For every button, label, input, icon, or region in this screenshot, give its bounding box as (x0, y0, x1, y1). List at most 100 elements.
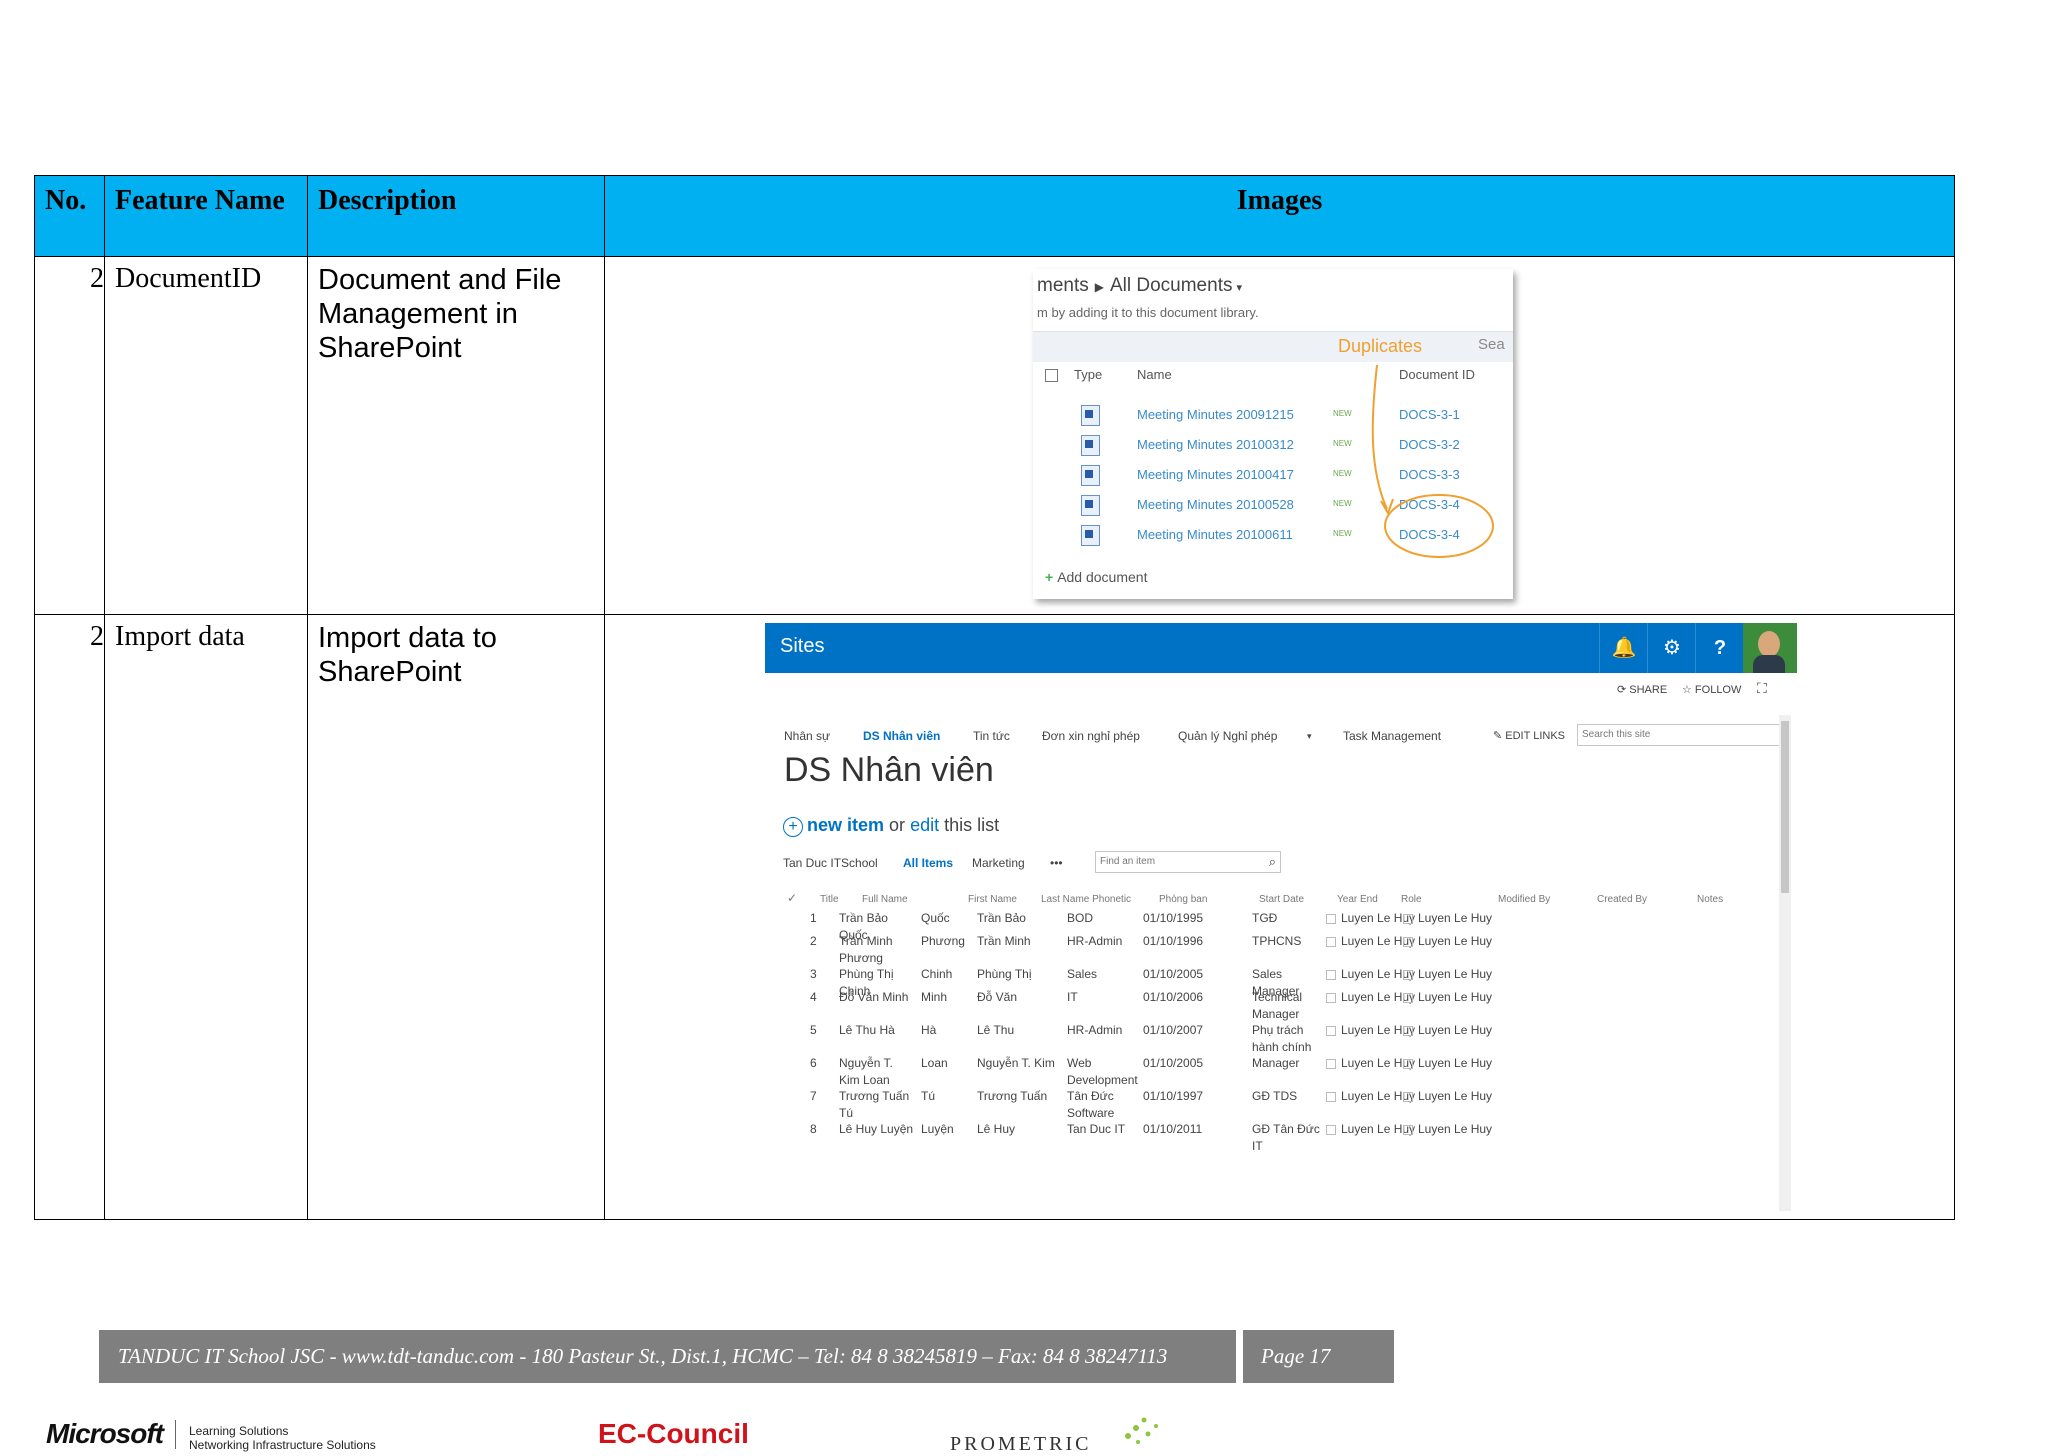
column-header: Last Name Phonetic (1041, 894, 1132, 905)
list-cell: Lê Huy (977, 1122, 1016, 1136)
column-header: Created By (1597, 894, 1648, 905)
duplicate-annotation-overlay (1371, 364, 1494, 558)
list-cell: Nguyễn T. Kim (977, 1056, 1055, 1070)
list-cell: Luyen Le Huy (1403, 966, 1492, 983)
nav-item-selected: DS Nhân viên (863, 729, 941, 743)
list-cell: Luyen Le Huy (1326, 1121, 1415, 1138)
duplicate-arrow (1371, 364, 1388, 510)
list-cell: 01/10/2005 (1143, 1056, 1204, 1070)
list-cell: Trương Tuấn (977, 1089, 1048, 1103)
find-item-input: Find an item ⌕ (1095, 851, 1281, 873)
list-cell: 2 (810, 934, 817, 948)
list-cell: Luyen Le Huy (1403, 989, 1492, 1006)
feature-table: No. Feature Name Description Images 2 Do… (34, 175, 1955, 1220)
chevron-down-icon: ▾ (1307, 731, 1312, 741)
footer-address: TANDUC IT School JSC - www.tdt-tanduc.co… (99, 1330, 1236, 1383)
feature-image-cell: Sites 🔔 ⚙ ? ⟳ SHARE ☆ FOLLOW ⛶ Nhân sự D… (604, 614, 1955, 1220)
list-cell: Phụ trách hành chính (1252, 1023, 1312, 1054)
list-cell: 01/10/1997 (1143, 1089, 1204, 1103)
list-cell: Chinh (921, 967, 953, 981)
ec-council-logo: EC-Council (598, 1418, 749, 1449)
list-cell: Đỗ Văn Minh (839, 990, 909, 1004)
row-number: 2 (34, 614, 105, 1220)
header-feature-name: Feature Name (104, 175, 308, 257)
list-cell: TPHCNS (1252, 934, 1302, 948)
list-cell: GĐ Tân Đức IT (1252, 1122, 1320, 1153)
list-cell: Luyen Le Huy (1403, 1055, 1492, 1072)
column-header: Full Name (862, 894, 908, 905)
new-item-line: + new item or edit this list (783, 815, 999, 837)
list-cell: 01/10/1995 (1143, 911, 1204, 925)
feature-description: Import data to SharePoint (307, 614, 605, 1220)
column-header: Phòng ban (1159, 894, 1208, 905)
list-cell: Trần Bảo (977, 911, 1026, 925)
list-cell: Sales (1067, 967, 1098, 981)
header-description: Description (307, 175, 605, 257)
more-icon: ••• (1050, 856, 1063, 870)
list-cell: 01/10/2007 (1143, 1023, 1204, 1037)
duplicate-circle (1384, 494, 1494, 558)
list-cell: Luyen Le Huy (1326, 933, 1415, 950)
list-cell: Technical Manager (1252, 990, 1303, 1021)
header-images: Images (604, 175, 1955, 257)
list-title: DS Nhân viên (784, 751, 994, 789)
list-cell: 4 (810, 990, 817, 1004)
logo-divider (175, 1420, 176, 1449)
table-header-row: No. Feature Name Description Images (34, 175, 1955, 257)
list-cell: GĐ TDS (1252, 1089, 1298, 1103)
site-search-input: Search this site (1577, 724, 1783, 746)
pencil-icon: ✎ (1493, 730, 1506, 742)
feature-description: Document and File Management in SharePoi… (307, 256, 605, 615)
search-icon: ⌕ (1268, 854, 1276, 869)
list-cell: Luyen Le Huy (1403, 1088, 1492, 1105)
list-cell: 01/10/1996 (1143, 934, 1204, 948)
list-cell: Luyen Le Huy (1403, 910, 1492, 927)
list-cell: HR-Admin (1067, 934, 1123, 948)
list-cell: 01/10/2011 (1143, 1122, 1203, 1136)
suite-bar: Sites 🔔 ⚙ ? (765, 623, 1797, 673)
sharepoint-list-screenshot: Sites 🔔 ⚙ ? ⟳ SHARE ☆ FOLLOW ⛶ Nhân sự D… (765, 623, 1797, 1211)
column-header: First Name (968, 894, 1017, 905)
sites-label: Sites (780, 635, 825, 657)
table-row: 2 Import data Import data to SharePoint … (34, 614, 1955, 1220)
share-icon: ⟳ (1617, 684, 1630, 696)
add-icon: + (783, 817, 803, 837)
list-cell: 3 (810, 967, 817, 981)
list-cell: 01/10/2005 (1143, 967, 1204, 981)
list-cell: 8 (810, 1122, 817, 1136)
scrollbar (1779, 715, 1791, 1211)
list-cell: Loan (921, 1056, 948, 1070)
edit-links: ✎ EDIT LINKS (1493, 730, 1565, 742)
list-cell: Luyen Le Huy (1326, 1055, 1415, 1072)
column-header: Start Date (1259, 894, 1305, 905)
column-header: Year End (1337, 894, 1378, 905)
prometric-logo: PROMETRIC (950, 1433, 1092, 1455)
star-icon: ☆ (1682, 684, 1695, 696)
scrollbar-thumb (1781, 721, 1789, 893)
avatar (1743, 623, 1797, 673)
share-action: ⟳ SHARE (1617, 684, 1668, 696)
nav-item: Task Management (1343, 729, 1442, 743)
list-cell: Luyen Le Huy (1403, 933, 1492, 950)
focus-icon: ⛶ (1757, 680, 1767, 696)
nav-item: Quản lý Nghỉ phép (1178, 729, 1278, 743)
list-cell: Trần Minh Phương (839, 934, 893, 965)
list-cell: Phùng Thị (977, 967, 1032, 981)
feature-name: DocumentID (104, 256, 308, 615)
follow-action: ☆ FOLLOW (1682, 684, 1742, 696)
column-header: Notes (1697, 894, 1724, 905)
list-cell: Lê Thu Hà (839, 1023, 895, 1037)
list-cell: 01/10/2006 (1143, 990, 1204, 1004)
list-cell: Manager (1252, 1056, 1300, 1070)
list-cell: Web Development (1067, 1056, 1138, 1087)
document-id-screenshot: ments ▶ All Documents ▾ m by adding it to t… (1033, 269, 1513, 599)
microsoft-logo-text: Learning Solutions Networking Infrastruc… (189, 1424, 376, 1452)
list-cell: Luyen Le Huy (1326, 989, 1415, 1006)
list-cell: Hà (921, 1023, 937, 1037)
microsoft-logo: Microsoft (46, 1418, 164, 1449)
list-cell: Quốc (921, 911, 950, 925)
table-row: 2 DocumentID Document and File Managemen… (34, 256, 1955, 615)
list-cell: TGĐ (1252, 911, 1278, 925)
list-cell: Luyen Le Huy (1326, 1088, 1415, 1105)
list-cell: BOD (1067, 911, 1094, 925)
